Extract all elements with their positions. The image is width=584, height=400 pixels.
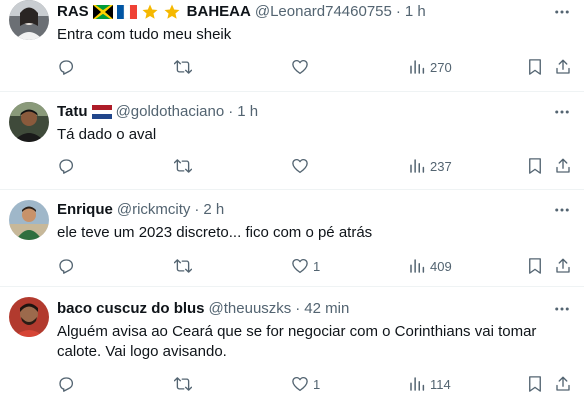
bookmark-icon: [526, 58, 544, 76]
user-handle[interactable]: @theuuszks: [209, 299, 292, 319]
bookmark-button[interactable]: [526, 57, 544, 77]
views-count: 114: [430, 376, 451, 392]
bookmark-button[interactable]: [526, 256, 544, 276]
bookmark-button[interactable]: [526, 156, 544, 176]
reply-text: Tá dado o aval: [57, 126, 157, 143]
retweet-icon: [174, 157, 192, 175]
reply-text: ele teve um 2023 discreto... fico com o …: [57, 224, 373, 241]
user-handle[interactable]: @rickmcity: [117, 200, 191, 220]
jamaica-flag-icon: [92, 5, 113, 19]
avatar[interactable]: [9, 0, 49, 40]
reply-icon: [57, 257, 75, 275]
views-icon: [408, 375, 426, 393]
retweet-icon: [174, 257, 192, 275]
display-name-suffix[interactable]: BAHEAA: [187, 2, 251, 22]
like-count: 1: [313, 376, 321, 392]
timestamp[interactable]: 2 h: [203, 200, 224, 220]
share-button[interactable]: [554, 156, 572, 176]
reply-item[interactable]: baco cuscuz do blus @theuuszks · 42 min …: [0, 287, 584, 400]
like-count: 1: [313, 258, 321, 274]
retweet-button[interactable]: [174, 57, 196, 77]
reply-button[interactable]: [57, 374, 79, 394]
reply-icon: [57, 375, 75, 393]
reply-text: Entra com tudo meu sheik: [57, 26, 232, 43]
views-button[interactable]: 270: [408, 57, 452, 77]
more-icon[interactable]: [552, 102, 572, 122]
separator: ·: [194, 201, 200, 218]
views-icon: [408, 157, 426, 175]
display-name[interactable]: baco cuscuz do blus: [57, 299, 205, 319]
share-icon: [554, 257, 572, 275]
share-button[interactable]: [554, 57, 572, 77]
reply-item[interactable]: Tatu @goldothaciano · 1 h Tá dado o aval…: [0, 92, 584, 190]
share-button[interactable]: [554, 256, 572, 276]
like-icon: [291, 157, 309, 175]
views-count: 237: [430, 158, 452, 174]
views-icon: [408, 257, 426, 275]
star-icon: [163, 3, 181, 21]
reply-icon: [57, 157, 75, 175]
separator: ·: [295, 300, 301, 317]
reply-icon: [57, 58, 75, 76]
bookmark-icon: [526, 375, 544, 393]
bookmark-button[interactable]: [526, 374, 544, 394]
bookmark-icon: [526, 157, 544, 175]
reply-text: Alguém avisa ao Ceará que se for negocia…: [57, 323, 537, 360]
timestamp[interactable]: 42 min: [304, 299, 349, 319]
user-handle[interactable]: @goldothaciano: [116, 102, 225, 122]
more-icon[interactable]: [552, 200, 572, 220]
reply-button[interactable]: [57, 256, 79, 276]
like-button[interactable]: [291, 57, 313, 77]
share-icon: [554, 58, 572, 76]
separator: ·: [395, 3, 401, 20]
more-icon[interactable]: [552, 299, 572, 319]
like-button[interactable]: [291, 156, 313, 176]
reply-button[interactable]: [57, 57, 79, 77]
like-icon: [291, 257, 309, 275]
views-button[interactable]: 237: [408, 156, 452, 176]
display-name[interactable]: RAS: [57, 2, 89, 22]
views-count: 270: [430, 59, 452, 75]
timestamp[interactable]: 1 h: [237, 102, 258, 122]
like-button[interactable]: 1: [291, 374, 320, 394]
like-icon: [291, 58, 309, 76]
star-icon: [141, 3, 159, 21]
separator: ·: [228, 103, 234, 120]
france-flag-icon: [116, 5, 137, 19]
like-button[interactable]: 1: [291, 256, 320, 276]
netherlands-flag-icon: [91, 105, 112, 119]
retweet-icon: [174, 58, 192, 76]
views-button[interactable]: 409: [408, 256, 452, 276]
share-icon: [554, 375, 572, 393]
display-name[interactable]: Enrique: [57, 200, 113, 220]
retweet-button[interactable]: [174, 256, 196, 276]
more-icon[interactable]: [552, 2, 572, 22]
retweet-button[interactable]: [174, 374, 196, 394]
bookmark-icon: [526, 257, 544, 275]
reply-item[interactable]: RAS BAHEAA @Leonard74460755 · 1 h Entra …: [0, 0, 584, 92]
avatar[interactable]: [9, 297, 49, 337]
reply-item[interactable]: Enrique @rickmcity · 2 h ele teve um 202…: [0, 190, 584, 287]
avatar[interactable]: [9, 102, 49, 142]
retweet-icon: [174, 375, 192, 393]
share-button[interactable]: [554, 374, 572, 394]
views-button[interactable]: 114: [408, 374, 451, 394]
share-icon: [554, 157, 572, 175]
retweet-button[interactable]: [174, 156, 196, 176]
like-icon: [291, 375, 309, 393]
views-icon: [408, 58, 426, 76]
reply-button[interactable]: [57, 156, 79, 176]
views-count: 409: [430, 258, 452, 274]
timestamp[interactable]: 1 h: [405, 2, 426, 22]
user-handle[interactable]: @Leonard74460755: [255, 2, 392, 22]
avatar[interactable]: [9, 200, 49, 240]
display-name[interactable]: Tatu: [57, 102, 88, 122]
